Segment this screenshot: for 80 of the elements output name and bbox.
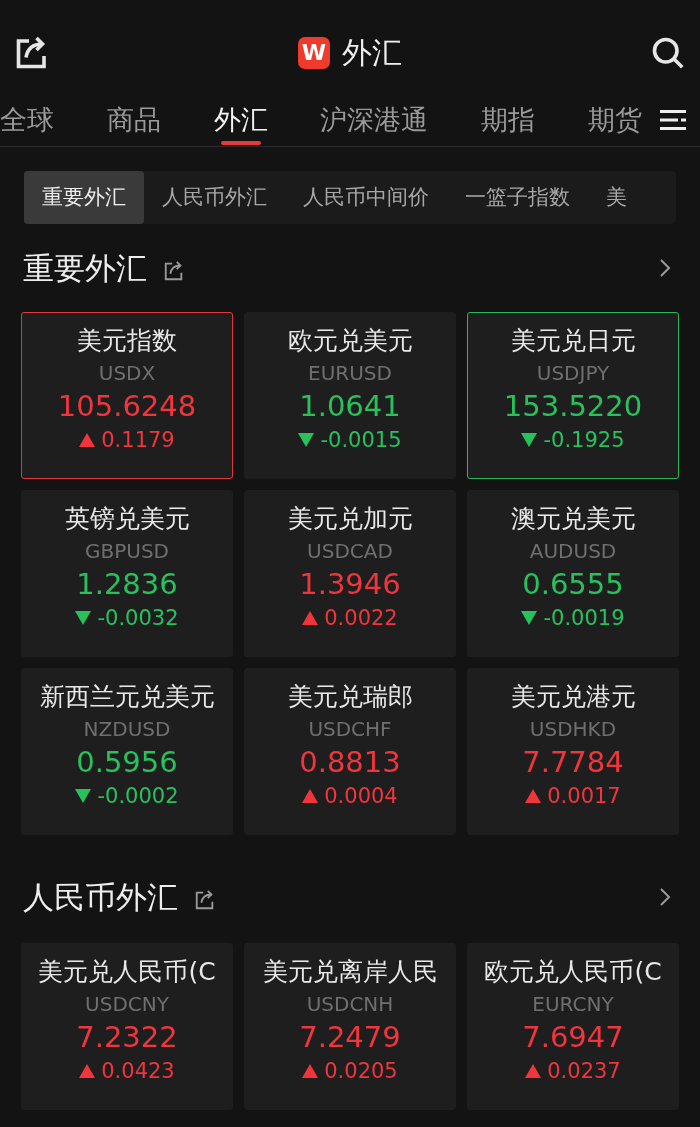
pair-code: USDCNH: [306, 991, 394, 1018]
pair-code: USDCAD: [307, 538, 393, 565]
price: 7.2322: [76, 1019, 178, 1056]
price: 7.7784: [522, 744, 624, 781]
price-change: 0.0237: [547, 1058, 621, 1085]
pair-name: 欧元兑美元: [287, 325, 413, 357]
price: 1.0641: [299, 388, 401, 425]
pair-name: 美元兑日元: [510, 325, 636, 357]
price: 0.8813: [299, 744, 401, 781]
quote-card[interactable]: 美元兑加元 USDCAD 1.3946 0.0022: [244, 490, 456, 657]
price-change: -0.0032: [97, 605, 179, 632]
pair-code: EURCNY: [532, 991, 614, 1018]
share-icon[interactable]: [194, 889, 216, 911]
pair-code: GBPUSD: [85, 538, 169, 565]
price: 105.6248: [57, 388, 197, 425]
pair-name: 美元指数: [77, 325, 177, 357]
page-title: 外汇: [342, 34, 402, 72]
chevron-right-icon[interactable]: [658, 886, 672, 908]
price-change: 0.0205: [324, 1058, 398, 1085]
price: 7.2479: [299, 1019, 401, 1056]
filter-tab[interactable]: 美: [588, 171, 645, 224]
chevron-right-icon[interactable]: [658, 257, 672, 279]
price-change: 0.0423: [101, 1058, 175, 1085]
section-title: 人民币外汇: [23, 877, 178, 917]
section-title: 重要外汇: [23, 248, 147, 288]
quote-card[interactable]: 美元兑港元 USDHKD 7.7784 0.0017: [467, 668, 679, 835]
category-tab[interactable]: 沪深港通: [320, 105, 429, 147]
pair-code: USDHKD: [529, 716, 617, 743]
pair-code: USDJPY: [536, 360, 610, 387]
quote-card[interactable]: 欧元兑人民币(C EURCNY 7.6947 0.0237: [467, 943, 679, 1110]
pair-name: 新西兰元兑美元: [39, 681, 215, 713]
price: 7.6947: [522, 1019, 624, 1056]
price-change: -0.0019: [543, 605, 625, 632]
price: 1.2836: [76, 566, 178, 603]
pair-code: NZDUSD: [83, 716, 171, 743]
pair-name: 美元兑离岸人民: [262, 956, 438, 988]
quote-card[interactable]: 美元指数 USDX 105.6248 0.1179: [21, 312, 233, 479]
filter-tab[interactable]: 人民币外汇: [144, 171, 285, 224]
price-change: -0.0002: [97, 783, 179, 810]
price-change: 0.1179: [101, 427, 175, 454]
price-change: -0.0015: [320, 427, 402, 454]
price-change: 0.0022: [324, 605, 398, 632]
pair-code: AUDUSD: [529, 538, 617, 565]
price-change: -0.1925: [543, 427, 625, 454]
pair-code: USDCHF: [308, 716, 392, 743]
category-tab[interactable]: 商品: [106, 105, 161, 147]
pair-name: 美元兑瑞郎: [287, 681, 413, 713]
pair-code: USDX: [98, 360, 156, 387]
quote-card[interactable]: 美元兑日元 USDJPY 153.5220 -0.1925: [467, 312, 679, 479]
price: 153.5220: [503, 388, 643, 425]
quote-card[interactable]: 英镑兑美元 GBPUSD 1.2836 -0.0032: [21, 490, 233, 657]
filter-tab[interactable]: 重要外汇: [24, 171, 144, 224]
quote-card[interactable]: 欧元兑美元 EURUSD 1.0641 -0.0015: [244, 312, 456, 479]
pair-name: 美元兑港元: [510, 681, 636, 713]
price: 1.3946: [299, 566, 401, 603]
app-logo: W: [298, 36, 330, 69]
quote-card[interactable]: 美元兑瑞郎 USDCHF 0.8813 0.0004: [244, 668, 456, 835]
price-change: 0.0017: [547, 783, 621, 810]
pair-name: 美元兑加元: [287, 503, 413, 535]
quote-card[interactable]: 美元兑离岸人民 USDCNH 7.2479 0.0205: [244, 943, 456, 1110]
share-icon[interactable]: [163, 260, 185, 282]
pair-code: EURUSD: [308, 360, 392, 387]
pair-name: 澳元兑美元: [510, 503, 636, 535]
filter-tab[interactable]: 一篮子指数: [447, 171, 588, 224]
category-tab[interactable]: 外汇: [213, 105, 268, 147]
pair-name: 英镑兑美元: [64, 503, 190, 535]
category-tab[interactable]: 期指: [481, 105, 536, 147]
category-tab[interactable]: 期货: [588, 105, 642, 147]
category-tab[interactable]: 全球: [0, 105, 54, 147]
price-change: 0.0004: [324, 783, 398, 810]
filter-tab[interactable]: 人民币中间价: [285, 171, 447, 224]
quote-card[interactable]: 新西兰元兑美元 NZDUSD 0.5956 -0.0002: [21, 668, 233, 835]
menu-icon[interactable]: [660, 107, 686, 133]
pair-name: 美元兑人民币(C: [38, 956, 216, 988]
quote-card[interactable]: 澳元兑美元 AUDUSD 0.6555 -0.0019: [467, 490, 679, 657]
price: 0.5956: [76, 744, 178, 781]
quote-card[interactable]: 美元兑人民币(C USDCNY 7.2322 0.0423: [21, 943, 233, 1110]
pair-name: 欧元兑人民币(C: [484, 956, 662, 988]
pair-code: USDCNY: [85, 991, 169, 1018]
price: 0.6555: [522, 566, 624, 603]
